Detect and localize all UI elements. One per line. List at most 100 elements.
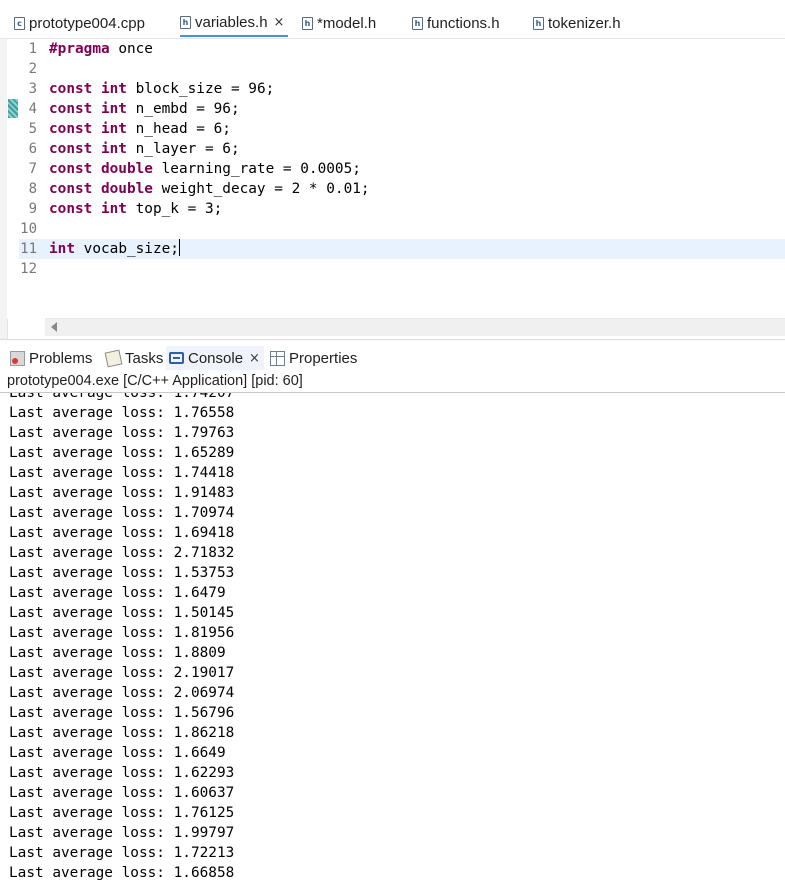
console-line: Last average loss: 1.76558 <box>9 403 234 423</box>
text-cursor <box>178 239 180 256</box>
tab-label: tokenizer.h <box>548 14 621 32</box>
console-line: Last average loss: 1.72213 <box>9 843 234 863</box>
line-number: 6 <box>28 141 37 157</box>
line-number: 1 <box>28 41 37 57</box>
console-line-prefix: Last average loss: <box>9 785 174 801</box>
console-line-prefix: Last average loss: <box>9 605 174 621</box>
console-line-prefix: Last average loss: <box>9 392 174 401</box>
code-rest: n_embd = 96; <box>126 101 240 117</box>
line-number: 7 <box>28 161 37 177</box>
code-line[interactable]: 9 const int top_k = 3; <box>19 199 785 219</box>
code-rest: n_layer = 6; <box>126 141 240 157</box>
tab-tasks[interactable]: Tasks <box>104 346 163 370</box>
console-line: Last average loss: 1.56796 <box>9 703 234 723</box>
tab-label: Console <box>188 349 244 367</box>
loss-value: 1.65289 <box>173 445 235 461</box>
console-line-prefix: Last average loss: <box>9 745 174 761</box>
code-text: const double weight_decay = 2 * 0.01; <box>49 179 370 199</box>
code-lines[interactable]: 1 #pragma once 2 3 const int block_size = 96… <box>19 39 785 319</box>
editor-tab-bar: c prototype004.cpp h variables.h × h *mo… <box>0 8 785 39</box>
loss-value: 1.6479 <box>173 585 226 601</box>
console-line: Last average loss: 2.06974 <box>9 683 234 703</box>
loss-value: 1.62293 <box>173 765 235 781</box>
panel-divider[interactable] <box>0 339 785 346</box>
loss-value: 1.74418 <box>173 465 235 481</box>
loss-value: 1.81956 <box>173 625 235 641</box>
code-line[interactable]: 1 #pragma once <box>19 39 785 59</box>
code-line[interactable]: 10 <box>19 219 785 239</box>
console-output[interactable]: Last average loss: 1.74207 Last average l… <box>0 392 785 890</box>
code-rest: vocab_size; <box>75 241 179 257</box>
console-lines: Last average loss: 1.74207 Last average l… <box>9 392 235 883</box>
line-number: 2 <box>28 61 37 77</box>
tab-label: prototype004.cpp <box>29 14 145 32</box>
close-icon[interactable]: × <box>274 15 285 30</box>
console-line-prefix: Last average loss: <box>9 485 174 501</box>
console-line-prefix: Last average loss: <box>9 805 174 821</box>
code-text: const double learning_rate = 0.0005; <box>49 159 361 179</box>
code-text: const int top_k = 3; <box>49 199 222 219</box>
console-line-prefix: Last average loss: <box>9 865 174 881</box>
code-line[interactable]: 8 const double weight_decay = 2 * 0.01; <box>19 179 785 199</box>
console-line-prefix: Last average loss: <box>9 765 174 781</box>
code-line[interactable]: 4 const int n_embd = 96; <box>19 99 785 119</box>
loss-value: 1.99797 <box>173 825 235 841</box>
code-line[interactable]: 11 int vocab_size; <box>19 239 785 259</box>
console-line: Last average loss: 1.6479 <box>9 583 234 603</box>
close-icon[interactable]: × <box>249 351 260 366</box>
tab-prototype004-cpp[interactable]: c prototype004.cpp <box>14 10 145 36</box>
code-line[interactable]: 5 const int n_head = 6; <box>19 119 785 139</box>
tab-tokenizer-h[interactable]: h tokenizer.h <box>533 10 621 36</box>
code-rest: once <box>109 41 153 57</box>
console-line-prefix: Last average loss: <box>9 425 174 441</box>
console-line-prefix: Last average loss: <box>9 725 174 741</box>
console-line-prefix: Last average loss: <box>9 825 174 841</box>
tab-console[interactable]: Console × <box>166 346 264 370</box>
tab-properties[interactable]: Properties <box>270 346 357 370</box>
console-line: Last average loss: 1.6649 <box>9 743 234 763</box>
loss-value: 1.8809 <box>173 645 226 661</box>
loss-value: 1.60637 <box>173 785 235 801</box>
line-number: 11 <box>20 241 37 257</box>
keyword: const int <box>49 141 127 157</box>
console-line: Last average loss: 2.71832 <box>9 543 234 563</box>
line-number: 4 <box>28 101 37 117</box>
code-line[interactable]: 12 <box>19 259 785 279</box>
console-line: Last average loss: 1.79763 <box>9 423 234 443</box>
console-icon <box>169 352 184 364</box>
console-line-prefix: Last average loss: <box>9 545 174 561</box>
header-file-icon: h <box>302 16 313 30</box>
change-marker[interactable] <box>8 99 18 118</box>
console-line-prefix: Last average loss: <box>9 705 174 721</box>
code-editor[interactable]: 1 #pragma once 2 3 const int block_size = 96… <box>0 39 785 339</box>
code-rest: block_size = 96; <box>126 81 275 97</box>
code-text: const int n_embd = 96; <box>49 99 240 119</box>
code-line[interactable]: 3 const int block_size = 96; <box>19 79 785 99</box>
loss-value: 1.66858 <box>173 865 235 881</box>
loss-value: 1.74207 <box>173 392 235 401</box>
tab-problems[interactable]: Problems <box>10 346 92 370</box>
console-line-prefix: Last average loss: <box>9 445 174 461</box>
loss-value: 1.6649 <box>173 745 226 761</box>
code-line[interactable]: 2 <box>19 59 785 79</box>
tab-model-h[interactable]: h *model.h <box>302 10 376 36</box>
code-line[interactable]: 6 const int n_layer = 6; <box>19 139 785 159</box>
scroll-left-arrow-icon[interactable] <box>51 322 57 332</box>
tab-variables-h[interactable]: h variables.h × <box>180 10 289 37</box>
console-line: Last average loss: 1.74207 <box>9 392 235 403</box>
header-file-icon: h <box>533 16 544 30</box>
horizontal-scrollbar[interactable] <box>45 318 785 336</box>
tab-label: Problems <box>29 349 93 367</box>
loss-value: 2.06974 <box>173 685 235 701</box>
loss-value: 2.71832 <box>173 545 235 561</box>
console-line: Last average loss: 1.69418 <box>9 523 234 543</box>
console-line: Last average loss: 1.66858 <box>9 863 234 883</box>
keyword: const int <box>49 201 127 217</box>
panel-tab-bar: Problems Tasks Console × Properties <box>0 346 785 370</box>
code-text: const int n_layer = 6; <box>49 139 240 159</box>
code-line[interactable]: 7 const double learning_rate = 0.0005; <box>19 159 785 179</box>
console-line: Last average loss: 1.86218 <box>9 723 234 743</box>
tab-functions-h[interactable]: h functions.h <box>412 10 500 36</box>
keyword: const int <box>49 101 127 117</box>
console-line-prefix: Last average loss: <box>9 585 174 601</box>
